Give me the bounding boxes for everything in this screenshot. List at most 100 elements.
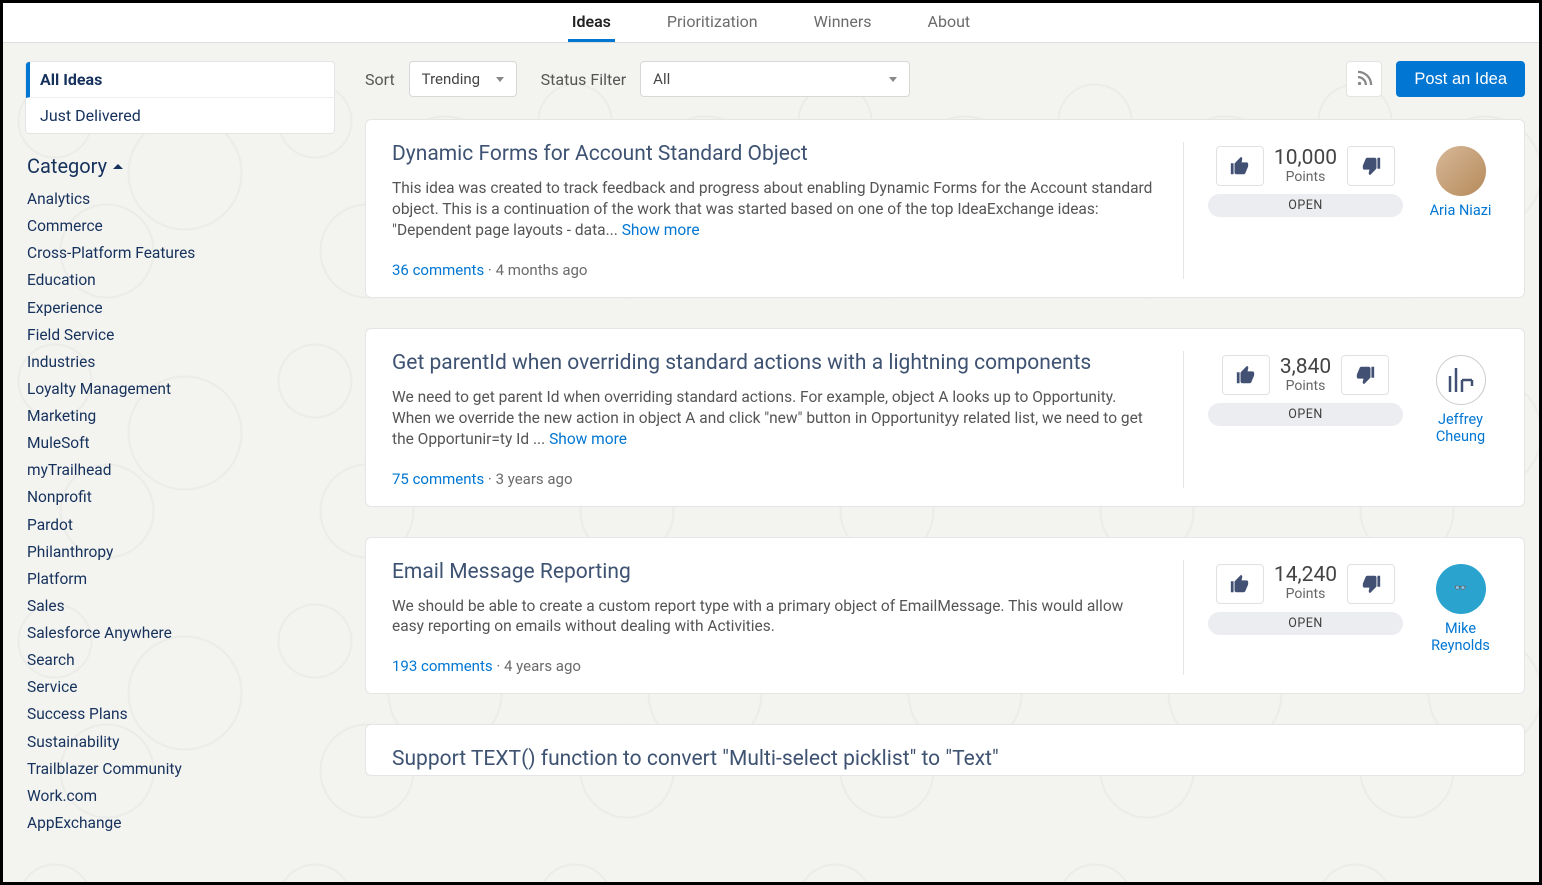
status-filter-value: All <box>653 70 670 88</box>
category-item[interactable]: Success Plans <box>27 701 333 728</box>
status-filter-label: Status Filter <box>541 70 626 89</box>
status-badge: OPEN <box>1208 403 1403 426</box>
category-item[interactable]: Commerce <box>27 213 333 240</box>
category-item[interactable]: Analytics <box>27 186 333 213</box>
category-item[interactable]: Pardot <box>27 512 333 539</box>
upvote-button[interactable] <box>1216 564 1264 604</box>
comments-link[interactable]: 36 comments <box>392 261 484 279</box>
sort-value: Trending <box>422 70 480 88</box>
caret-up-icon <box>113 164 123 169</box>
category-item[interactable]: myTrailhead <box>27 457 333 484</box>
category-item[interactable]: Industries <box>27 349 333 376</box>
points-label: Points <box>1280 379 1331 394</box>
sort-label: Sort <box>365 70 395 89</box>
tab-winners[interactable]: Winners <box>810 2 876 42</box>
comments-link[interactable]: 193 comments <box>392 657 493 675</box>
category-list: Analytics Commerce Cross-Platform Featur… <box>25 184 335 839</box>
category-item[interactable]: Service <box>27 674 333 701</box>
thumbs-up-icon <box>1235 364 1257 386</box>
rss-button[interactable] <box>1346 61 1382 97</box>
downvote-button[interactable] <box>1347 564 1395 604</box>
category-item[interactable]: Platform <box>27 566 333 593</box>
downvote-button[interactable] <box>1341 355 1389 395</box>
thumbs-down-icon <box>1360 573 1382 595</box>
avatar[interactable]: 👓 <box>1436 564 1486 614</box>
points-value: 14,240 <box>1274 564 1337 587</box>
rss-icon <box>1355 70 1373 88</box>
points-value: 10,000 <box>1274 147 1337 170</box>
points-label: Points <box>1274 587 1337 602</box>
idea-title[interactable]: Dynamic Forms for Account Standard Objec… <box>392 142 1155 166</box>
idea-title[interactable]: Support TEXT() function to convert "Mult… <box>392 747 1478 771</box>
idea-meta: 193 comments · 4 years ago <box>392 657 1155 675</box>
sidebar: All Ideas Just Delivered Category Analyt… <box>25 61 335 882</box>
idea-age: 3 years ago <box>496 470 573 488</box>
category-header-label: Category <box>27 154 107 178</box>
chevron-down-icon <box>889 77 897 82</box>
category-item[interactable]: Trailblazer Community <box>27 756 333 783</box>
sidebar-item-all-ideas[interactable]: All Ideas <box>26 62 334 98</box>
category-item[interactable]: Nonprofit <box>27 484 333 511</box>
chevron-down-icon <box>496 77 504 82</box>
sort-select[interactable]: Trending <box>409 61 517 97</box>
idea-card: Get parentId when overriding standard ac… <box>365 328 1525 507</box>
sidebar-top-box: All Ideas Just Delivered <box>25 61 335 134</box>
upvote-button[interactable] <box>1216 146 1264 186</box>
category-item[interactable]: Search <box>27 647 333 674</box>
tab-prioritization[interactable]: Prioritization <box>663 2 762 42</box>
show-more-link[interactable]: Show more <box>622 221 700 239</box>
category-item[interactable]: Education <box>27 267 333 294</box>
idea-title[interactable]: Get parentId when overriding standard ac… <box>392 351 1155 375</box>
idea-body: We should be able to create a custom rep… <box>392 596 1155 638</box>
status-badge: OPEN <box>1208 194 1403 217</box>
idea-meta: 75 comments · 3 years ago <box>392 470 1155 488</box>
category-item[interactable]: MuleSoft <box>27 430 333 457</box>
main-content: Sort Trending Status Filter All Post an … <box>365 61 1525 882</box>
category-item[interactable]: Field Service <box>27 322 333 349</box>
avatar[interactable] <box>1436 146 1486 196</box>
idea-card: Support TEXT() function to convert "Mult… <box>365 724 1525 776</box>
show-more-link[interactable]: Show more <box>549 430 627 448</box>
category-item[interactable]: Loyalty Management <box>27 376 333 403</box>
status-filter-select[interactable]: All <box>640 61 910 97</box>
idea-age: 4 years ago <box>504 657 581 675</box>
status-badge: OPEN <box>1208 612 1403 635</box>
author-link[interactable]: Mike Reynolds <box>1423 620 1498 655</box>
category-item[interactable]: Marketing <box>27 403 333 430</box>
idea-meta: 36 comments · 4 months ago <box>392 261 1155 279</box>
author-link[interactable]: Jeffrey Cheung <box>1423 411 1498 446</box>
points-value: 3,840 <box>1280 356 1331 379</box>
tab-about[interactable]: About <box>924 2 975 42</box>
category-item[interactable]: Sustainability <box>27 729 333 756</box>
tab-ideas[interactable]: Ideas <box>568 2 615 42</box>
downvote-button[interactable] <box>1347 146 1395 186</box>
idea-age: 4 months ago <box>496 261 588 279</box>
category-item[interactable]: Philanthropy <box>27 539 333 566</box>
top-nav: Ideas Prioritization Winners About <box>3 3 1539 43</box>
avatar[interactable] <box>1436 355 1486 405</box>
upvote-button[interactable] <box>1222 355 1270 395</box>
category-item[interactable]: Work.com <box>27 783 333 810</box>
category-item[interactable]: Salesforce Anywhere <box>27 620 333 647</box>
idea-card: Dynamic Forms for Account Standard Objec… <box>365 119 1525 298</box>
filter-bar: Sort Trending Status Filter All Post an … <box>365 61 1525 97</box>
category-item[interactable]: AppExchange <box>27 810 333 837</box>
post-idea-button[interactable]: Post an Idea <box>1396 61 1525 97</box>
thumbs-down-icon <box>1360 155 1382 177</box>
thumbs-up-icon <box>1229 155 1251 177</box>
logo-icon <box>1444 366 1478 394</box>
idea-body: This idea was created to track feedback … <box>392 178 1155 241</box>
author-link[interactable]: Aria Niazi <box>1430 202 1492 219</box>
category-item[interactable]: Experience <box>27 295 333 322</box>
thumbs-down-icon <box>1354 364 1376 386</box>
category-item[interactable]: Sales <box>27 593 333 620</box>
idea-body: We need to get parent Id when overriding… <box>392 387 1155 450</box>
category-item[interactable]: Cross-Platform Features <box>27 240 333 267</box>
comments-link[interactable]: 75 comments <box>392 470 484 488</box>
idea-title[interactable]: Email Message Reporting <box>392 560 1155 584</box>
category-toggle[interactable]: Category <box>25 144 335 184</box>
divider <box>1183 142 1184 279</box>
sidebar-item-just-delivered[interactable]: Just Delivered <box>26 98 334 133</box>
divider <box>1183 351 1184 488</box>
idea-list: Dynamic Forms for Account Standard Objec… <box>365 119 1525 776</box>
